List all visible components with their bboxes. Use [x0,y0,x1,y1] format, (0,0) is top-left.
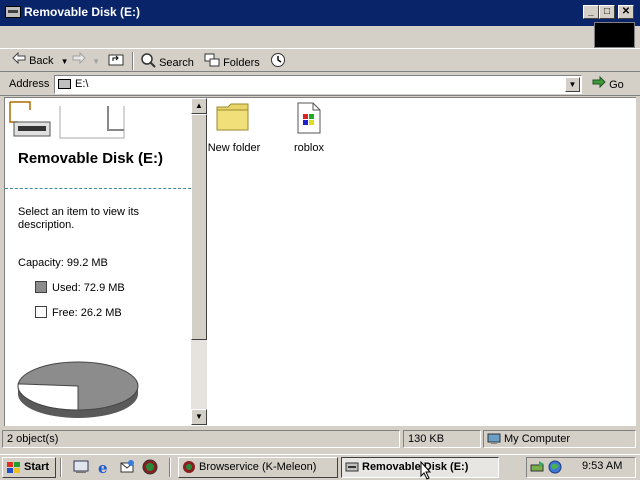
file-label: New folder [207,142,261,154]
go-label: Go [609,79,624,91]
throbber-logo [594,22,635,48]
windows-logo-icon [7,462,20,473]
status-size: 130 KB [403,430,481,448]
taskbar-separator [169,458,171,477]
forward-arrow-icon [72,51,86,70]
back-button[interactable]: Back ▼ [12,51,69,70]
go-arrow-icon [592,75,606,94]
address-dropdown-button[interactable]: ▼ [565,77,580,92]
drive-icon [345,462,359,472]
details-panel: Removable Disk (E:) Select an item to vi… [5,98,191,425]
address-input[interactable]: E:\ ▼ [54,75,582,94]
history-button[interactable] [270,52,286,70]
title-bar[interactable]: Removable Disk (E:) _ □ ✕ [0,0,640,26]
forward-dropdown-icon: ▼ [92,57,100,66]
start-label: Start [24,461,50,473]
usage-pie-chart [17,361,139,418]
address-bar: Address E:\ ▼ Go [0,73,640,96]
internet-explorer-icon[interactable]: e [96,459,112,475]
taskbar-separator [60,458,62,477]
folders-button[interactable]: Folders [204,52,260,70]
file-label: roblox [294,142,324,154]
system-tray: 9:53 AM [526,457,636,478]
free-text: Free: 26.2 MB [52,307,122,319]
search-label: Search [159,56,194,69]
search-button[interactable]: Search [140,52,194,70]
task-label: Removable Disk (E:) [362,461,469,473]
divider [5,188,191,189]
maximize-button[interactable]: □ [599,5,615,19]
network-icon[interactable] [547,460,563,474]
address-value: E:\ [75,78,89,90]
mouse-cursor-icon [420,461,432,480]
browser-icon [183,461,195,473]
drive-icon [5,6,21,18]
forward-button[interactable]: ▼ [72,51,100,70]
start-button[interactable]: Start [2,457,56,478]
computer-icon [487,433,501,444]
free-legend: Free: 26.2 MB [35,306,122,319]
folders-label: Folders [223,56,260,69]
removable-disk-graphic-icon [9,101,125,139]
scroll-down-button[interactable]: ▼ [191,409,207,425]
show-desktop-icon[interactable] [73,459,89,475]
status-zone: My Computer [483,430,636,448]
free-swatch [35,306,47,318]
safely-remove-hardware-icon[interactable] [530,460,546,474]
up-folder-button[interactable] [108,52,124,70]
minimize-button[interactable]: _ [583,5,599,19]
menu-bar [0,26,640,48]
svg-text:e: e [98,459,108,475]
panel-description: Select an item to view its description. [18,206,140,231]
task-label: Browservice (K-Meleon) [199,461,317,473]
file-item-roblox[interactable]: roblox [277,102,341,162]
capacity-text: Capacity: 99.2 MB [18,257,108,269]
back-label: Back [29,55,54,67]
panel-title: Removable Disk (E:) [18,150,164,167]
clock[interactable]: 9:53 AM [582,460,622,472]
window-title: Removable Disk (E:) [24,5,141,19]
status-zone-label: My Computer [504,433,571,445]
go-button[interactable]: Go [592,75,624,94]
used-swatch [35,281,47,293]
search-icon [140,52,156,74]
toolbar: Back ▼ ▼ Search Folders [0,48,640,72]
drive-icon [58,79,71,89]
close-button[interactable]: ✕ [618,5,634,19]
history-icon [270,52,286,74]
outlook-express-icon[interactable] [119,459,135,475]
up-folder-icon [108,52,124,72]
application-icon [297,102,321,134]
status-object-count: 2 object(s) [2,430,400,448]
folder-icon [216,103,249,131]
taskbar: Start e Browservice (K-Meleon) Removable… [0,454,640,480]
status-bar: 2 object(s) 130 KB My Computer [0,428,640,450]
toolbar-separator [132,52,134,70]
content-area: Removable Disk (E:) Select an item to vi… [4,97,636,426]
taskbar-button-browservice[interactable]: Browservice (K-Meleon) [178,457,338,478]
used-legend: Used: 72.9 MB [35,281,125,294]
folders-icon [204,52,220,74]
file-item-new-folder[interactable]: New folder [202,102,266,162]
back-dropdown-icon: ▼ [60,57,69,66]
address-label: Address [9,78,50,90]
back-arrow-icon [12,51,26,70]
browser-quicklaunch-icon[interactable] [142,459,158,475]
used-text: Used: 72.9 MB [52,282,125,294]
